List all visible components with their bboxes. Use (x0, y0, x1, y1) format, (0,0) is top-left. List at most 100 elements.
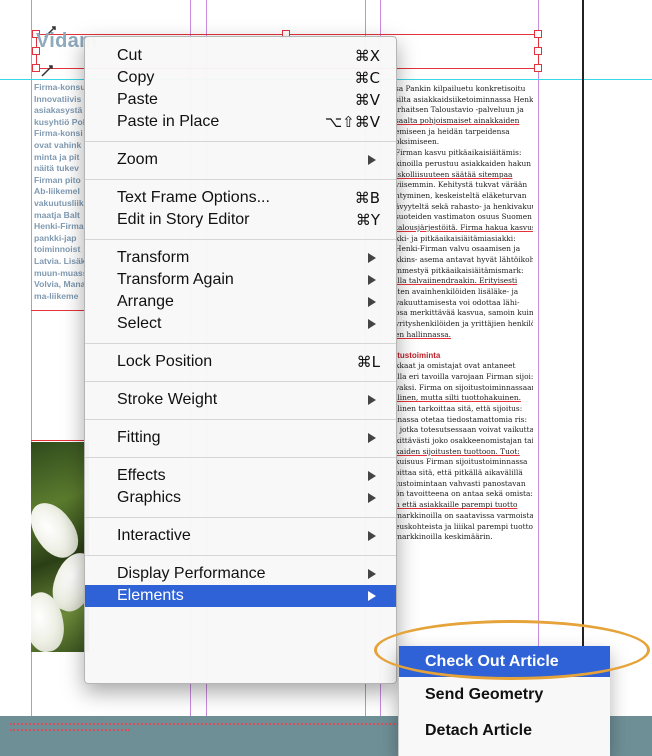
submenu-item-detach-article[interactable]: Detach Article (399, 713, 610, 749)
submenu-arrow-icon (368, 297, 376, 307)
context-menu[interactable]: Cut ⌘X Copy ⌘C Paste ⌘V Paste in Place ⌥⇧⌘V Zoom… (84, 36, 397, 684)
keyboard-shortcut: ⌘B (354, 189, 380, 207)
section-heading: itustoiminta (395, 350, 441, 360)
menu-item-effects[interactable]: Effects (85, 465, 396, 487)
menu-item-display-performance[interactable]: Display Performance (85, 563, 396, 585)
keyboard-shortcut: ⌘X (354, 47, 380, 65)
menu-item-transform[interactable]: Transform (85, 247, 396, 269)
submenu-arrow-icon (368, 319, 376, 329)
text-line: kinoilla perustuu asiakkaiden hakun (395, 158, 532, 168)
menu-item-elements[interactable]: Elements (85, 585, 396, 607)
text-line: Firman kasvu pitkäaikaisiäitämis: (395, 148, 522, 158)
keyboard-shortcut: ⌘Y (355, 211, 380, 229)
submenu-arrow-icon (368, 253, 376, 263)
menu-item-interactive[interactable]: Interactive (85, 525, 396, 547)
menu-item-label: Interactive (117, 527, 191, 544)
frame-outline (31, 440, 89, 441)
text-line: mmestyä pitkäaikaisiäitämismark: (395, 265, 524, 275)
text-line: markkinoilla on saatavissa varmoista (395, 510, 533, 520)
frame-handle[interactable] (32, 64, 40, 72)
submenu-item-send-geometry[interactable]: Send Geometry (399, 677, 610, 713)
menu-item-zoom[interactable]: Zoom (85, 149, 396, 171)
text-line: llinen tarkoittaa sitä, että sijoitus: (395, 403, 523, 413)
menu-item-graphics[interactable]: Graphics (85, 487, 396, 509)
menu-item-label: Graphics (117, 489, 182, 506)
menu-item-label: Stroke Weight (117, 391, 218, 408)
menu-item-fitting[interactable]: Fitting (85, 427, 396, 449)
text-line: Henki-Firma (34, 221, 84, 232)
keyboard-shortcut: ⌘C (354, 69, 380, 87)
menu-separator (85, 419, 396, 420)
text-line: tustoimintaan vahvasti panostavan (395, 478, 526, 488)
flower-photo (31, 442, 89, 652)
menu-item-label: Select (117, 315, 162, 332)
menu-item-arrange[interactable]: Arrange (85, 291, 396, 313)
menu-item-select[interactable]: Select (85, 313, 396, 335)
annotation-highlight-ring (374, 620, 650, 680)
menu-item-stroke-weight[interactable]: Stroke Weight (85, 389, 396, 411)
keyboard-shortcut: ⌘V (354, 91, 380, 109)
menu-item-label: Cut (117, 47, 142, 64)
menu-separator (85, 239, 396, 240)
text-line: viisemmin. Kehitystä tukvat värään (395, 180, 528, 190)
menu-item-paste-in-place[interactable]: Paste in Place ⌥⇧⌘V (85, 111, 396, 133)
menu-item-paste[interactable]: Paste ⌘V (85, 89, 396, 111)
text-line: Latvia. Lisäk (34, 255, 86, 266)
text-line: ovat vahink (34, 139, 82, 150)
text-line: näitä tukev (34, 163, 79, 174)
text-line: en hallinnassa. (395, 329, 452, 339)
text-line: irhaitsen Taloustavio -palveluun ja (395, 105, 524, 115)
menu-item-edit-in-story-editor[interactable]: Edit in Story Editor ⌘Y (85, 209, 396, 231)
submenu-arrow-icon (368, 531, 376, 541)
text-line: kittävästi joko osakkeenomistajan tai (395, 436, 533, 446)
submenu-arrow-icon (368, 275, 376, 285)
menu-item-label: Elements (117, 587, 184, 604)
text-line: ntyminen, keskeisteltä eläketurvan (395, 190, 527, 200)
text-line: n että asiakkaille parempi tuotto (395, 500, 518, 510)
text-line: inassa otetaa tiedostamattomia ris: (395, 414, 527, 424)
keyboard-shortcut: ⌥⇧⌘V (324, 113, 380, 131)
menu-separator (85, 555, 396, 556)
left-column-text: Firma-konsu Innovatiivis asiakasystä kusyht… (34, 82, 86, 302)
submenu-arrow-icon (368, 433, 376, 443)
text-line: iskolliisuuteen säätää sitempaa (395, 169, 513, 179)
menu-item-lock-position[interactable]: Lock Position ⌘L (85, 351, 396, 373)
menu-item-label: Copy (117, 69, 155, 86)
frame-handle[interactable] (534, 64, 542, 72)
text-line: Firman pito (34, 174, 81, 185)
text-line: vakuutusliik (34, 197, 84, 208)
text-line: kkins- asema antavat hyvät lähtöikoh (395, 255, 533, 264)
frame-handle[interactable] (534, 47, 542, 55)
text-line: illa eri tavoilla varojaan Firman sijoi: (395, 371, 533, 381)
menu-item-label: Text Frame Options... (117, 189, 270, 206)
menu-item-cut[interactable]: Cut ⌘X (85, 45, 396, 67)
text-line: Volvia, Mana (34, 279, 86, 290)
frame-outline (31, 310, 89, 311)
text-line: kkaat ja omistajat ovat antaneet (395, 361, 516, 371)
menu-item-text-frame-options[interactable]: Text Frame Options... ⌘B (85, 187, 396, 209)
menu-item-label: Display Performance (117, 565, 266, 582)
text-line: euskohteista ja liiikal parempi tuotto (395, 521, 533, 531)
text-line: kusyhtiö Pol (34, 116, 86, 127)
text-line: Firma-konsi (34, 128, 83, 139)
text-line: kki- ja pitkäaikaisiäitämiasiakki: (395, 233, 516, 243)
column-guide (538, 0, 539, 716)
menu-separator (85, 457, 396, 458)
text-line: kuisuus Firman sijoitustoiminnassa (395, 457, 528, 467)
menu-item-label: Edit in Story Editor (117, 211, 250, 228)
text-line: muun-muass (34, 267, 86, 278)
menu-item-transform-again[interactable]: Transform Again (85, 269, 396, 291)
menu-separator (85, 141, 396, 142)
menu-item-copy[interactable]: Copy ⌘C (85, 67, 396, 89)
text-line: yrityshenkilöiden ja yrittäjien henkilö: (395, 319, 533, 329)
text-line: silta asiakkaidsiiketoiminnassa Henki- (395, 94, 533, 104)
frame-handle[interactable] (534, 30, 542, 38)
menu-separator (85, 381, 396, 382)
text-line: oksimiseen. (395, 137, 440, 147)
anchor-icon (41, 65, 53, 77)
text-line: ma-liikeme (34, 290, 79, 301)
submenu-arrow-icon (368, 493, 376, 503)
text-line: markkinoilla keskimäärin. (395, 532, 493, 542)
text-line: suoteiden vastimaton osuus Suomen (395, 212, 532, 222)
menu-item-label: Lock Position (117, 353, 213, 370)
